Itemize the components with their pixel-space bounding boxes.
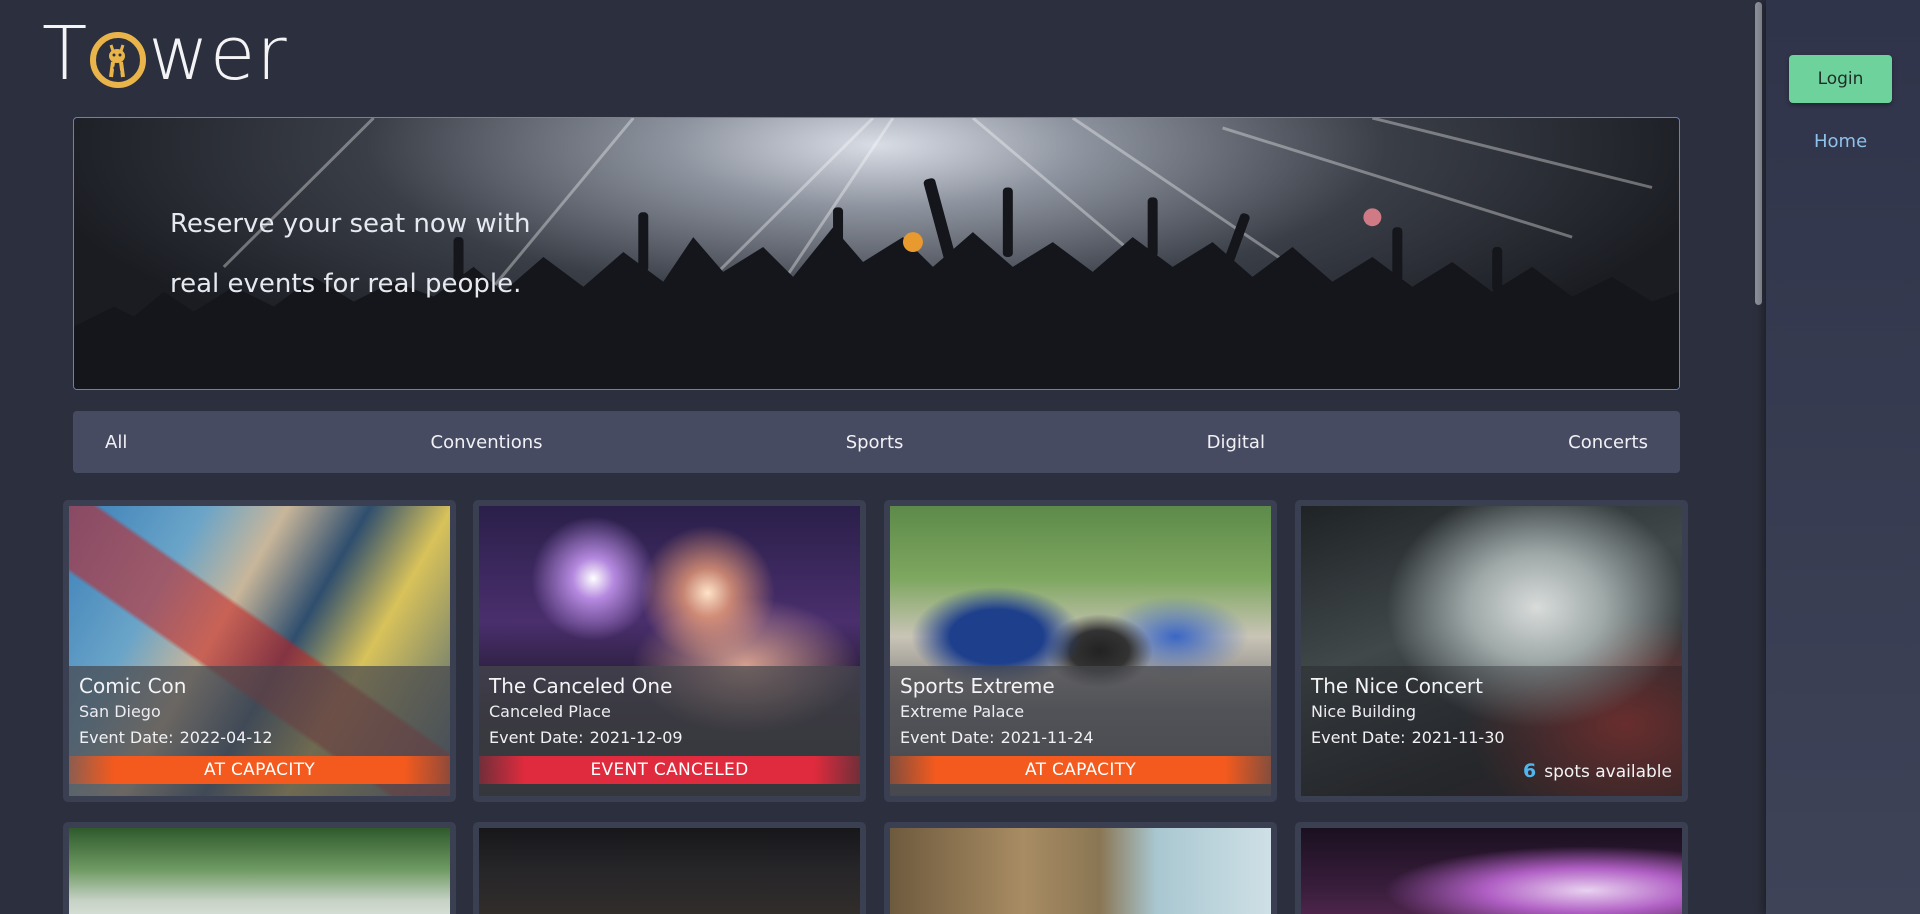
event-card[interactable]: The Canceled One Canceled Place Event Da… [473, 500, 866, 802]
hero-line-2: real events for real people. [170, 269, 522, 299]
hero-line-1: Reserve your seat now with [170, 209, 531, 239]
event-date: Event Date: 2021-11-30 [1311, 728, 1505, 747]
event-card[interactable] [473, 822, 866, 914]
event-title: The Canceled One [489, 674, 673, 698]
event-card[interactable] [884, 822, 1277, 914]
filter-digital[interactable]: Digital [1207, 432, 1265, 453]
event-card[interactable] [63, 822, 456, 914]
status-badge: EVENT CANCELED [479, 756, 860, 784]
status-badge: AT CAPACITY [890, 756, 1271, 784]
event-location: Extreme Palace [900, 702, 1025, 721]
event-location: Canceled Place [489, 702, 611, 721]
filter-concerts[interactable]: Concerts [1568, 432, 1648, 453]
brand-logo[interactable]: T wer [42, 14, 288, 94]
spots-label: spots available [1544, 762, 1672, 782]
event-image [479, 828, 860, 914]
event-title: Comic Con [79, 674, 187, 698]
login-button[interactable]: Login [1789, 55, 1892, 103]
event-title: Sports Extreme [900, 674, 1055, 698]
filter-sports[interactable]: Sports [846, 432, 904, 453]
category-filter-bar: All Conventions Sports Digital Concerts [73, 411, 1680, 473]
hero-tagline: Reserve your seat now with real events f… [170, 194, 531, 314]
event-image [1301, 828, 1682, 914]
event-date: Event Date: 2021-11-24 [900, 728, 1094, 747]
spots-count: 6 [1523, 760, 1537, 782]
scrollbar-thumb[interactable] [1755, 2, 1762, 305]
event-card[interactable] [1295, 822, 1688, 914]
filter-all[interactable]: All [105, 432, 127, 453]
event-card[interactable]: Sports Extreme Extreme Palace Event Date… [884, 500, 1277, 802]
home-link[interactable]: Home [1814, 131, 1867, 152]
event-date: Event Date: 2022-04-12 [79, 728, 273, 747]
event-card[interactable]: Comic Con San Diego Event Date: 2022-04-1… [63, 500, 456, 802]
event-image [890, 828, 1271, 914]
spots-available: 6 spots available [1523, 760, 1672, 782]
event-title: The Nice Concert [1311, 674, 1483, 698]
event-location: Nice Building [1311, 702, 1417, 721]
logo-text-wer: wer [148, 11, 288, 97]
event-image [69, 828, 450, 914]
event-location: San Diego [79, 702, 161, 721]
hero-banner: Reserve your seat now with real events f… [73, 117, 1680, 390]
status-badge: AT CAPACITY [69, 756, 450, 784]
event-card[interactable]: The Nice Concert Nice Building Event Dat… [1295, 500, 1688, 802]
event-date: Event Date: 2021-12-09 [489, 728, 683, 747]
filter-conventions[interactable]: Conventions [431, 432, 543, 453]
giraffe-icon [90, 32, 147, 88]
logo-letter-t: T [42, 11, 89, 97]
